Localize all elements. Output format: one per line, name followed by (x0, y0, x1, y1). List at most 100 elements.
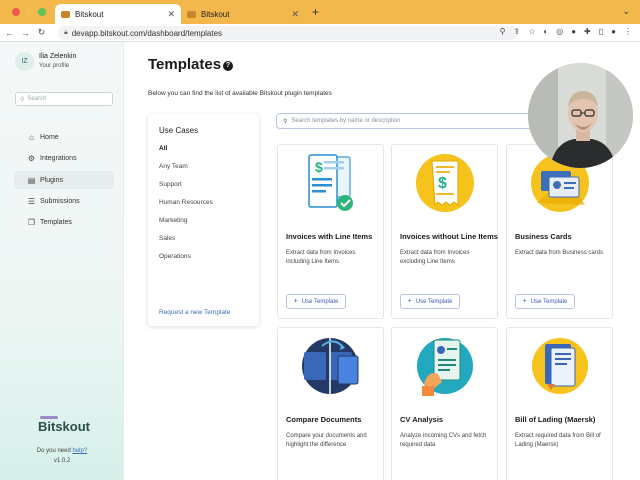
submissions-icon: ☰ (27, 196, 36, 206)
sidebar-item-label: Submissions (40, 197, 80, 205)
plus-icon: + (522, 298, 527, 305)
sidebar-item-plugins[interactable]: ▤ Plugins (14, 171, 114, 189)
template-search-placeholder: Search templates by name or description (291, 118, 401, 124)
template-card-invoices-no-line-items[interactable]: $ Invoices without Line Items Extract da… (391, 144, 498, 319)
card-description: Extract required data from Bill of Ladin… (515, 433, 601, 448)
template-card-invoices-line-items[interactable]: $ Invoices with Line Items Extract data … (277, 144, 384, 319)
card-description: Analyze incoming CVs and fetch required … (400, 433, 487, 448)
card-title: Compare Documents (286, 415, 362, 424)
use-case-sales[interactable]: Sales (159, 235, 175, 242)
use-template-button[interactable]: + Use Template (400, 294, 460, 309)
card-title: Invoices without Line Items (400, 232, 498, 241)
address-bar[interactable]: 🔒︎ devapp.bitskout.com/dashboard/templat… (58, 26, 518, 40)
close-tab-icon[interactable]: ✕ (167, 9, 175, 20)
template-card-bill-of-lading[interactable]: Bill of Lading (Maersk) Extract required… (506, 327, 613, 480)
avatar[interactable]: IZ (15, 52, 34, 71)
user-name[interactable]: Ilia Zelenkin (39, 53, 76, 60)
svg-text:$: $ (315, 159, 323, 175)
sidebar-item-home[interactable]: ⌂ Home (14, 128, 114, 146)
sidebar-item-templates[interactable]: ❐ Templates (14, 213, 114, 231)
compare-icon (278, 328, 383, 408)
tab-list-chevron-icon[interactable]: ⌄ (622, 6, 630, 17)
bitskout-logo: Bitskout (38, 419, 90, 434)
template-search-input[interactable]: ⚲ Search templates by name or descriptio… (276, 113, 540, 129)
help-question-icon[interactable]: ? (223, 61, 233, 71)
new-tab-button[interactable]: + (312, 5, 319, 19)
card-description: Extract data from Invoices excluding Lin… (400, 250, 470, 265)
help-text: Do you need help? (0, 448, 124, 454)
browser-tab-2[interactable]: Bitskout ✕ (181, 4, 305, 24)
sidebar-toggle-icon[interactable]: ▯ (599, 27, 603, 36)
sidebar-item-label: Plugins (40, 176, 63, 184)
home-icon: ⌂ (29, 132, 34, 142)
use-case-human-resources[interactable]: Human Resources (159, 199, 213, 206)
plus-icon: + (293, 298, 298, 305)
lock-icon: 🔒︎ (64, 29, 68, 36)
presenter-silhouette-icon (528, 63, 633, 168)
card-title: Business Cards (515, 232, 572, 241)
browser-tab-1[interactable]: Bitskout ✕ (55, 4, 181, 24)
plus-icon: + (407, 298, 412, 305)
close-window-button[interactable] (12, 8, 20, 16)
gear-icon: ⚙ (27, 153, 36, 163)
url-text: devapp.bitskout.com/dashboard/templates (71, 28, 223, 38)
sidebar-search-placeholder: Search (27, 96, 47, 102)
minimize-window-button[interactable] (25, 8, 33, 16)
card-title: Invoices with Line Items (286, 232, 373, 241)
profile-icon[interactable]: ● (611, 27, 616, 36)
user-profile-link[interactable]: Your profile (39, 63, 69, 69)
template-card-compare-documents[interactable]: Compare Documents Compare your documents… (277, 327, 384, 480)
use-case-any-team[interactable]: Any Team (159, 163, 188, 170)
extension-icon[interactable]: ● (571, 27, 576, 36)
close-tab-icon[interactable]: ✕ (291, 9, 299, 20)
plugin-icon: ▤ (27, 175, 36, 185)
use-case-marketing[interactable]: Marketing (159, 217, 188, 224)
help-prefix: Do you need (36, 448, 73, 454)
bitskout-favicon (187, 10, 196, 18)
share-icon[interactable]: ⇪ (514, 27, 521, 36)
template-card-cv-analysis[interactable]: CV Analysis Analyze incoming CVs and fet… (391, 327, 498, 480)
extension-icon[interactable]: ◐ (543, 27, 548, 36)
card-description: Extract data from Business cards (515, 250, 604, 256)
use-template-button[interactable]: + Use Template (515, 294, 575, 309)
maximize-window-button[interactable] (38, 8, 46, 16)
card-title: Bill of Lading (Maersk) (515, 415, 596, 424)
template-card-business-cards[interactable]: Business Cards Extract data from Busines… (506, 144, 613, 319)
sidebar-item-label: Home (40, 133, 59, 141)
back-icon[interactable]: ← (3, 28, 16, 38)
svg-text:$: $ (438, 175, 447, 192)
help-link[interactable]: help? (73, 448, 88, 454)
zoom-icon[interactable]: ⚲ (500, 27, 506, 36)
use-template-label: Use Template (530, 298, 568, 305)
search-icon: ⚲ (20, 96, 25, 103)
use-template-label: Use Template (301, 298, 339, 305)
cv-icon (392, 328, 497, 408)
sidebar-item-integrations[interactable]: ⚙ Integrations (14, 149, 114, 167)
search-icon: ⚲ (283, 118, 288, 125)
use-cases-heading: Use Cases (159, 126, 199, 135)
puzzle-icon[interactable]: ✚ (584, 27, 591, 36)
use-case-support[interactable]: Support (159, 181, 182, 188)
templates-icon: ❐ (27, 217, 36, 227)
star-icon[interactable]: ☆ (528, 27, 535, 36)
request-template-link[interactable]: Request a new Template (159, 309, 230, 316)
reload-icon[interactable]: ↻ (35, 27, 48, 38)
sidebar-item-label: Templates (40, 218, 72, 226)
use-case-operations[interactable]: Operations (159, 253, 191, 260)
browser-actions: ⚲ ⇪ ☆ ◐ ◎ ● ✚ ▯ ● ⋮ (500, 27, 632, 36)
app-version: v1.0.2 (53, 458, 71, 464)
page-subtitle: Below you can find the list of available… (148, 90, 332, 97)
menu-icon[interactable]: ⋮ (624, 27, 632, 36)
browser-tabbar: Bitskout ✕ Bitskout ✕ + ⌄ (0, 0, 640, 24)
use-case-all[interactable]: All (159, 145, 167, 152)
sidebar-item-label: Integrations (40, 154, 77, 162)
webcam-overlay (528, 63, 633, 168)
sidebar-search-input[interactable]: ⚲ Search (15, 92, 113, 106)
extension-icon[interactable]: ◎ (556, 27, 563, 36)
sidebar-item-submissions[interactable]: ☰ Submissions (14, 192, 114, 210)
use-template-button[interactable]: + Use Template (286, 294, 346, 309)
forward-icon[interactable]: → (19, 28, 32, 38)
bitskout-favicon (61, 10, 70, 18)
invoice-lines-icon: $ (278, 145, 383, 225)
browser-tab-2-title: Bitskout (201, 9, 230, 19)
